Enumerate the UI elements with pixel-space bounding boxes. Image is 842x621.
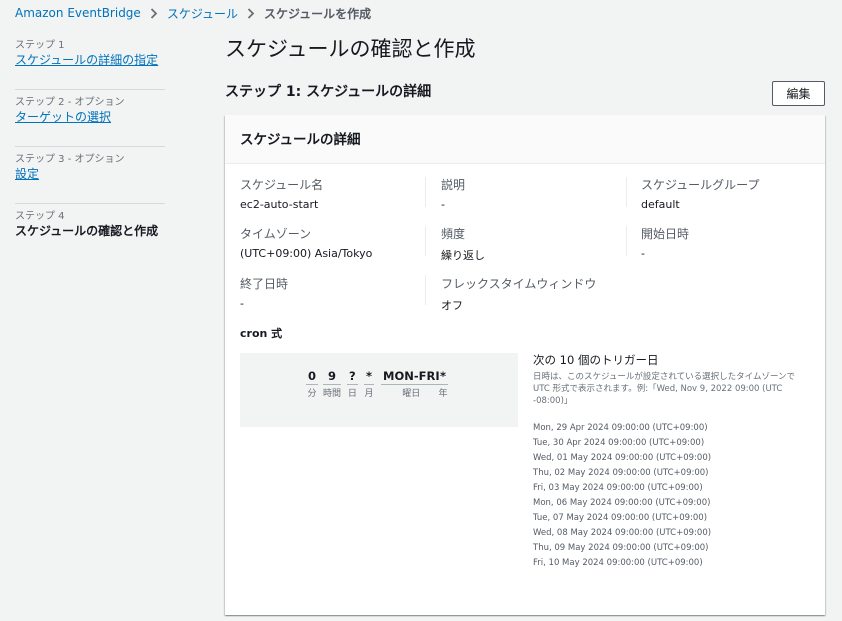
- trigger-date: Fri, 10 May 2024 09:00:00 (UTC+09:00): [533, 558, 703, 568]
- trigger-date: Tue, 07 May 2024 09:00:00 (UTC+09:00): [533, 513, 708, 523]
- column-divider: [626, 226, 627, 256]
- column-divider: [425, 177, 426, 207]
- step-label: ステップ 1: [15, 40, 65, 51]
- step-link-select-target[interactable]: ターゲットの選択: [15, 108, 111, 125]
- wizard-step-4: ステップ 4 スケジュールの確認と作成: [15, 204, 165, 261]
- field-label: 終了日時: [240, 277, 289, 291]
- cron-field-day: ? 日: [347, 369, 358, 399]
- cron-value: ?: [347, 369, 358, 385]
- field-frequency: 頻度 繰り返し: [441, 225, 485, 263]
- trigger-date: Mon, 29 Apr 2024 09:00:00 (UTC+09:00): [533, 423, 708, 433]
- breadcrumb-link-eventbridge[interactable]: Amazon EventBridge: [15, 6, 141, 20]
- step-current-review: スケジュールの確認と作成: [15, 224, 159, 238]
- field-timezone: タイムゾーン (UTC+09:00) Asia/Tokyo: [240, 225, 372, 260]
- chevron-right-icon: [150, 7, 158, 19]
- breadcrumb-current: スケジュールを作成: [263, 6, 372, 21]
- panel-header: スケジュールの詳細: [225, 115, 825, 164]
- cron-value: MON-FRI: [381, 369, 442, 385]
- cron-unit: 分: [307, 389, 317, 399]
- step-link-settings[interactable]: 設定: [15, 165, 39, 182]
- schedule-details-panel: スケジュールの詳細 スケジュール名 ec2-auto-start 説明 - スケ…: [225, 115, 825, 615]
- trigger-date: Thu, 09 May 2024 09:00:00 (UTC+09:00): [533, 543, 709, 553]
- field-label: スケジュールグループ: [641, 178, 760, 192]
- cron-field-weekday: MON-FRI 曜日: [381, 369, 442, 399]
- edit-button[interactable]: 編集: [772, 81, 825, 106]
- field-label: タイムゾーン: [240, 227, 312, 241]
- section-title: ステップ 1: スケジュールの詳細: [225, 84, 432, 100]
- cron-field-hour: 9 時間: [323, 369, 342, 399]
- wizard-step-2: ステップ 2 - オプション ターゲットの選択: [15, 90, 165, 147]
- field-label: 開始日時: [641, 227, 690, 241]
- column-divider: [425, 275, 426, 305]
- cron-label: cron 式: [240, 327, 283, 340]
- trigger-date: Thu, 02 May 2024 09:00:00 (UTC+09:00): [533, 468, 709, 478]
- field-schedule-group: スケジュールグループ default: [641, 176, 759, 211]
- cron-expression: 0 分 9 時間 ? 日 * 月 MON-FRI 曜日 * 年: [240, 353, 518, 427]
- trigger-date: Fri, 03 May 2024 09:00:00 (UTC+09:00): [533, 483, 703, 493]
- breadcrumb: Amazon EventBridge スケジュール スケジュールを作成: [15, 4, 371, 22]
- cron-unit: 月: [364, 389, 374, 399]
- cron-value: *: [438, 369, 449, 385]
- trigger-date: Wed, 01 May 2024 09:00:00 (UTC+09:00): [533, 453, 712, 463]
- field-label: 説明: [441, 178, 466, 192]
- step-label: ステップ 3 - オプション: [15, 154, 125, 165]
- field-end-date: 終了日時 -: [240, 275, 288, 310]
- chevron-right-icon: [247, 7, 255, 19]
- wizard-step-1: ステップ 1 スケジュールの詳細の指定: [15, 33, 165, 90]
- step-label: ステップ 2 - オプション: [15, 97, 125, 108]
- trigger-date: Tue, 30 Apr 2024 09:00:00 (UTC+09:00): [533, 438, 705, 448]
- cron-field-month: * 月: [364, 369, 375, 399]
- cron-field-minute: 0 分: [306, 369, 319, 399]
- field-value: -: [240, 297, 244, 310]
- step-label: ステップ 4: [15, 211, 65, 222]
- field-flex-window: フレックスタイムウィンドウ オフ: [441, 275, 596, 313]
- field-value: 繰り返し: [441, 249, 485, 262]
- cron-unit: 年: [438, 389, 448, 399]
- cron-unit: 日: [347, 389, 357, 399]
- trigger-date: Wed, 08 May 2024 09:00:00 (UTC+09:00): [533, 528, 712, 538]
- wizard-steps: ステップ 1 スケジュールの詳細の指定 ステップ 2 - オプション ターゲット…: [15, 33, 165, 261]
- field-value: default: [641, 198, 680, 211]
- step-link-schedule-details[interactable]: スケジュールの詳細の指定: [15, 51, 158, 68]
- breadcrumb-link-schedules[interactable]: スケジュール: [167, 5, 238, 22]
- field-value: オフ: [441, 299, 463, 312]
- triggers-description: 日時は、このスケジュールが設定されている選択したタイムゾーンで UTC 形式で表…: [533, 372, 796, 406]
- field-value: -: [441, 198, 445, 211]
- field-label: 頻度: [441, 227, 466, 241]
- cron-unit: 曜日: [402, 389, 421, 399]
- triggers-title: 次の 10 個のトリガー日: [533, 353, 659, 367]
- cron-field-year: * 年: [438, 369, 449, 399]
- field-label: スケジュール名: [240, 178, 324, 192]
- trigger-list: Mon, 29 Apr 2024 09:00:00 (UTC+09:00) Tu…: [533, 421, 813, 571]
- wizard-step-3: ステップ 3 - オプション 設定: [15, 147, 165, 204]
- field-label: フレックスタイムウィンドウ: [441, 277, 597, 291]
- field-value: -: [641, 247, 645, 260]
- field-value: (UTC+09:00) Asia/Tokyo: [240, 247, 373, 260]
- cron-value: *: [364, 369, 375, 385]
- cron-value: 9: [323, 369, 342, 385]
- trigger-date: Mon, 06 May 2024 09:00:00 (UTC+09:00): [533, 498, 711, 508]
- field-schedule-name: スケジュール名 ec2-auto-start: [240, 176, 323, 211]
- field-start-date: 開始日時 -: [641, 225, 689, 260]
- field-value: ec2-auto-start: [240, 198, 319, 211]
- page-title: スケジュールの確認と作成: [225, 37, 476, 61]
- field-description: 説明 -: [441, 176, 465, 211]
- column-divider: [425, 226, 426, 256]
- cron-value: 0: [306, 369, 319, 385]
- next-triggers: 次の 10 個のトリガー日 日時は、このスケジュールが設定されている選択したタイ…: [533, 352, 813, 571]
- column-divider: [626, 177, 627, 207]
- cron-unit: 時間: [323, 389, 342, 399]
